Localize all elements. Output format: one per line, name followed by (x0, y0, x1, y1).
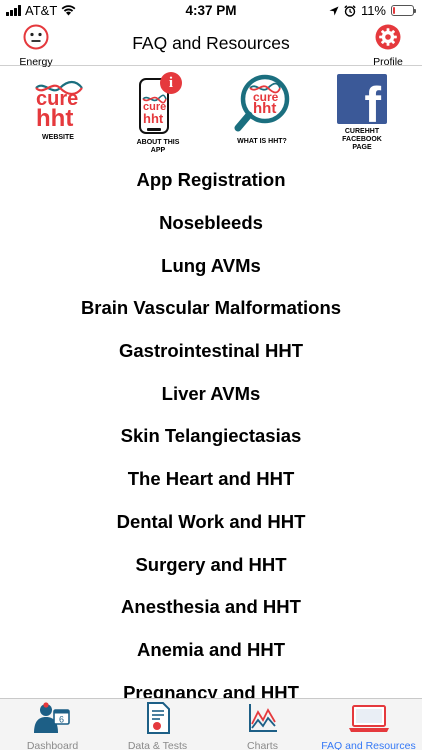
topic-dental-work-and-hht[interactable]: Dental Work and HHT (0, 501, 422, 544)
magnifier-icon: cure hht (232, 72, 292, 136)
battery-icon (391, 5, 416, 16)
topic-liver-avms[interactable]: Liver AVMs (0, 372, 422, 415)
tab-data-tests[interactable]: Data & Tests (105, 702, 210, 750)
topic-skin-telangiectasias[interactable]: Skin Telangiectasias (0, 415, 422, 458)
status-bar: AT&T 4:37 PM 11% (0, 0, 422, 22)
tab-bar: 6 Dashboard Data & Tests Charts FAQ and … (0, 698, 422, 750)
curehht-logo-icon: cure hht (30, 72, 86, 132)
what-is-hht-label: WHAT IS HHT? (237, 138, 287, 145)
topic-gastrointestinal-hht[interactable]: Gastrointestinal HHT (0, 330, 422, 373)
doctor-calendar-icon: 6 (33, 702, 70, 733)
gear-icon (375, 24, 401, 50)
chart-icon (248, 704, 277, 732)
topic-nosebleeds[interactable]: Nosebleeds (0, 202, 422, 245)
svg-text:6: 6 (58, 715, 63, 725)
facebook-page-label: CUREHHT FACEBOOK PAGE (342, 128, 382, 151)
page-title: FAQ and Resources (132, 33, 290, 53)
laptop-icon (348, 705, 389, 732)
status-right: 11% (329, 3, 416, 18)
about-app-link[interactable]: cure hht i ABOUT THIS APP (108, 72, 208, 155)
location-arrow-icon (329, 6, 339, 15)
energy-label: Energy (19, 56, 53, 68)
website-link[interactable]: cure hht WEBSITE (8, 72, 108, 142)
resource-links: cure hht WEBSITE cure hht i ABOUT THIS A… (0, 72, 422, 162)
profile-label: Profile (373, 56, 403, 68)
topic-app-registration[interactable]: App Registration (0, 159, 422, 202)
profile-button[interactable]: Profile (366, 24, 410, 68)
tab-charts[interactable]: Charts (210, 702, 315, 750)
alarm-icon (344, 4, 356, 17)
tab-dashboard[interactable]: 6 Dashboard (0, 702, 105, 750)
topic-brain-vascular-malformations[interactable]: Brain Vascular Malformations (0, 287, 422, 330)
nav-bar: Energy FAQ and Resources Profile (0, 22, 422, 68)
topic-list: App Registration Nosebleeds Lung AVMs Br… (0, 159, 422, 714)
tab-dashboard-label: Dashboard (26, 740, 79, 750)
tab-data-tests-label: Data & Tests (127, 740, 188, 750)
facebook-page-link[interactable]: f CUREHHT FACEBOOK PAGE (312, 72, 412, 152)
test-document-icon (146, 702, 170, 734)
topic-anesthesia-and-hht[interactable]: Anesthesia and HHT (0, 586, 422, 629)
what-is-hht-link[interactable]: cure hht WHAT IS HHT? (212, 72, 312, 146)
phone-info-icon: cure hht i (133, 72, 183, 137)
website-label: WEBSITE (42, 134, 74, 141)
topic-surgery-and-hht[interactable]: Surgery and HHT (0, 543, 422, 586)
tab-faq-resources-label: FAQ and Resources (321, 740, 416, 750)
topic-lung-avms[interactable]: Lung AVMs (0, 244, 422, 287)
battery-fill (393, 7, 396, 14)
about-app-label: ABOUT THIS APP (136, 139, 180, 154)
facebook-icon: f (337, 74, 387, 130)
tab-charts-label: Charts (247, 740, 278, 750)
topic-heart-and-hht[interactable]: The Heart and HHT (0, 458, 422, 501)
info-badge-icon: i (160, 72, 182, 94)
topic-anemia-and-hht[interactable]: Anemia and HHT (0, 629, 422, 672)
battery-percent: 11% (360, 3, 386, 18)
tab-faq-resources[interactable]: FAQ and Resources (316, 702, 421, 750)
